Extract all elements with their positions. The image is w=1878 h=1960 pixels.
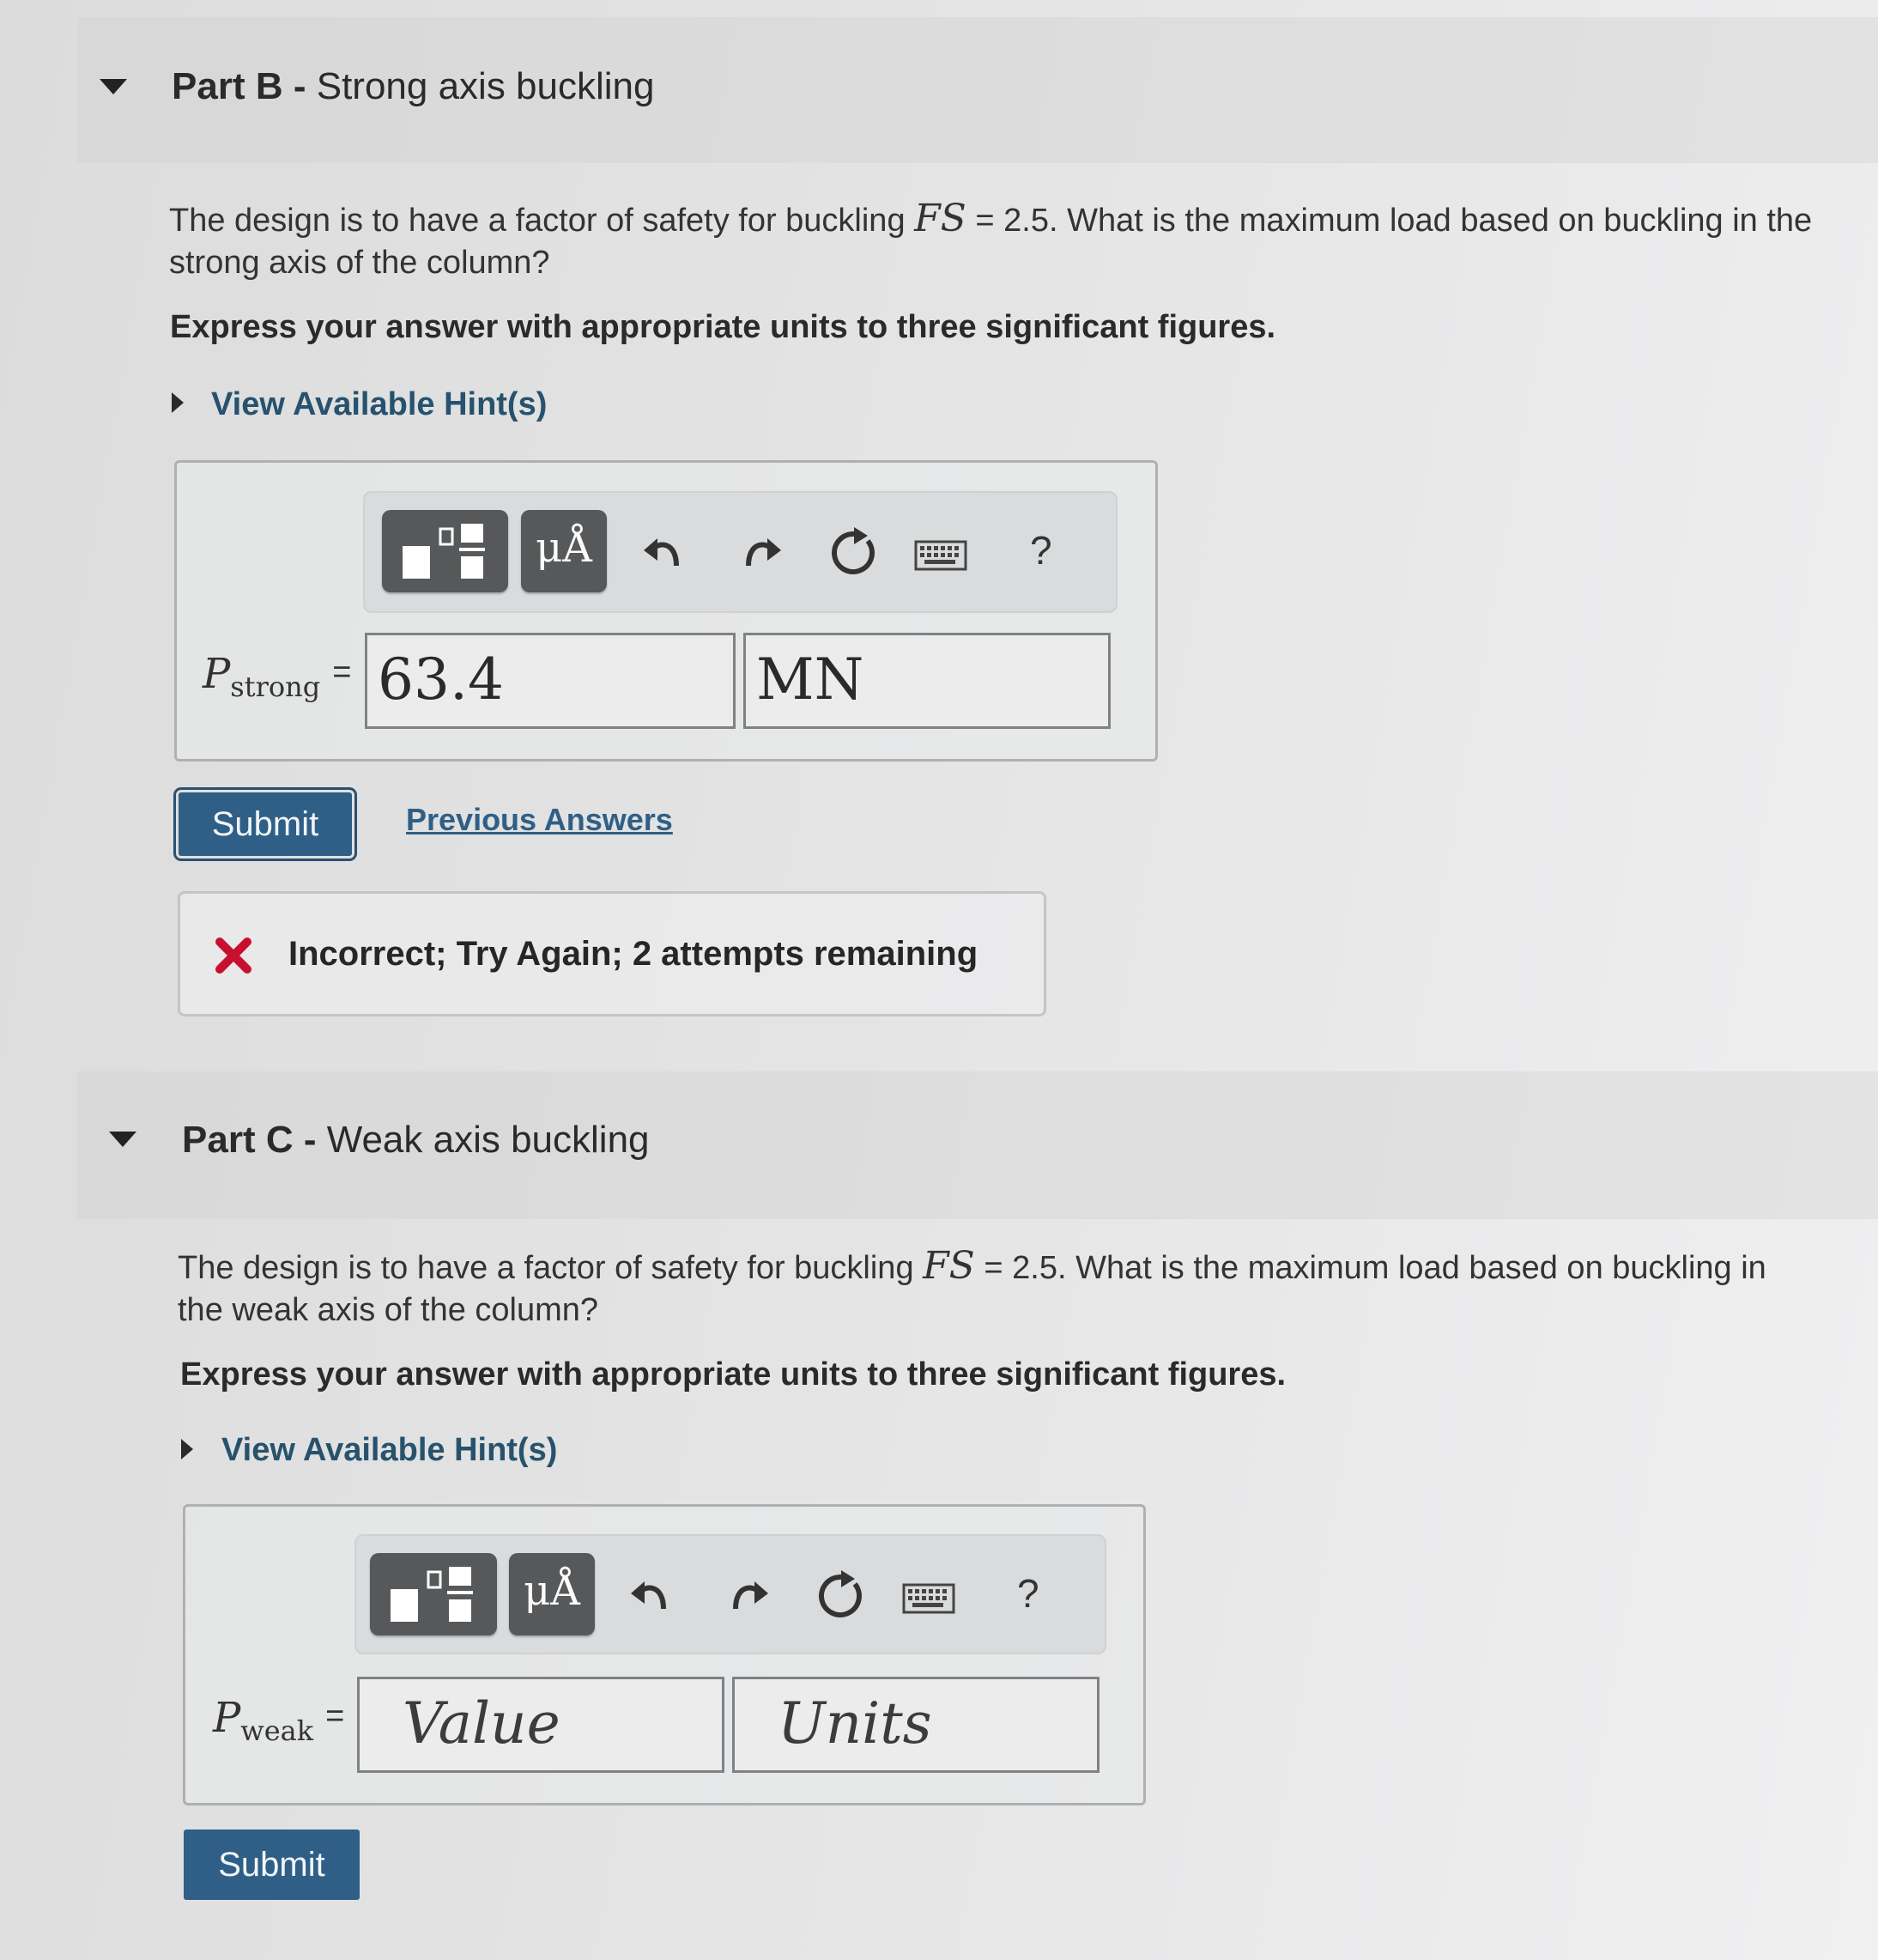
math-fs: FS (923, 1244, 975, 1288)
templates-icon (391, 1567, 473, 1622)
part-b-answer-box: μÅ ? Pstrong = 63.4 MN (174, 460, 1158, 762)
units-button[interactable]: μÅ (509, 1553, 595, 1635)
part-c-hint-link[interactable]: View Available Hint(s) (221, 1432, 557, 1469)
feedback-message: Incorrect; Try Again; 2 attempts remaini… (178, 891, 1046, 1016)
variable-subscript: strong (230, 671, 321, 703)
incorrect-x-icon (215, 938, 251, 974)
keyboard-icon[interactable] (902, 1583, 955, 1614)
math-toolbar: μÅ ? (363, 491, 1118, 613)
part-b-title[interactable]: Part B - Strong axis buckling (172, 65, 654, 108)
part-label: Part C - (182, 1119, 317, 1161)
part-c-instruction: Express your answer with appropriate uni… (180, 1356, 1287, 1393)
templates-button[interactable] (382, 510, 508, 592)
units-button-label: μÅ (524, 1567, 580, 1615)
caret-right-icon[interactable] (172, 392, 184, 413)
undo-icon[interactable] (642, 531, 685, 574)
value-input[interactable]: 63.4 (365, 633, 736, 729)
p-strong-label: Pstrong = (203, 650, 351, 703)
variable-subscript: weak (240, 1714, 314, 1747)
part-label: Part B - (172, 65, 306, 107)
redo-icon[interactable] (727, 1575, 770, 1617)
part-title-text: Strong axis buckling (316, 65, 655, 107)
feedback-text: Incorrect; Try Again; 2 attempts remaini… (288, 935, 978, 973)
templates-button[interactable] (370, 1553, 497, 1635)
help-button[interactable]: ? (1030, 527, 1052, 573)
math-fs: FS (914, 197, 966, 240)
undo-icon[interactable] (629, 1575, 672, 1617)
math-toolbar: μÅ ? (354, 1534, 1106, 1654)
units-button[interactable]: μÅ (521, 510, 607, 592)
part-c-title[interactable]: Part C - Weak axis buckling (182, 1119, 650, 1162)
part-b-hint-link[interactable]: View Available Hint(s) (211, 386, 547, 423)
part-b-question: The design is to have a factor of safety… (169, 197, 1817, 284)
redo-icon[interactable] (740, 531, 783, 574)
part-b-submit-button[interactable]: Submit (173, 787, 357, 861)
collapse-caret-down-icon[interactable] (100, 79, 127, 94)
part-c-submit-button[interactable]: Submit (184, 1830, 360, 1900)
keyboard-icon[interactable] (914, 540, 967, 571)
reset-icon[interactable] (828, 527, 880, 579)
caret-right-icon[interactable] (181, 1439, 193, 1459)
value-input[interactable]: Value (357, 1677, 724, 1773)
equals-sign: = (325, 1698, 345, 1734)
reset-icon[interactable] (815, 1570, 867, 1622)
question-text: The design is to have a factor of safety… (178, 1250, 914, 1286)
collapse-caret-down-icon[interactable] (109, 1132, 136, 1147)
units-input[interactable]: Units (732, 1677, 1100, 1773)
equals-sign: = (332, 654, 352, 690)
part-c-answer-box: μÅ ? Pweak = Value Units (183, 1504, 1146, 1805)
variable-symbol: P (203, 650, 231, 698)
p-weak-label: Pweak = (213, 1694, 344, 1747)
units-input[interactable]: MN (743, 633, 1111, 729)
help-button[interactable]: ? (1017, 1570, 1039, 1617)
part-title-text: Weak axis buckling (326, 1119, 650, 1161)
variable-symbol: P (213, 1694, 241, 1742)
templates-icon (403, 524, 485, 579)
question-text: The design is to have a factor of safety… (169, 203, 906, 239)
units-button-label: μÅ (536, 524, 592, 572)
part-b-instruction: Express your answer with appropriate uni… (170, 309, 1276, 345)
previous-answers-link[interactable]: Previous Answers (406, 802, 673, 838)
part-c-question: The design is to have a factor of safety… (178, 1245, 1817, 1332)
